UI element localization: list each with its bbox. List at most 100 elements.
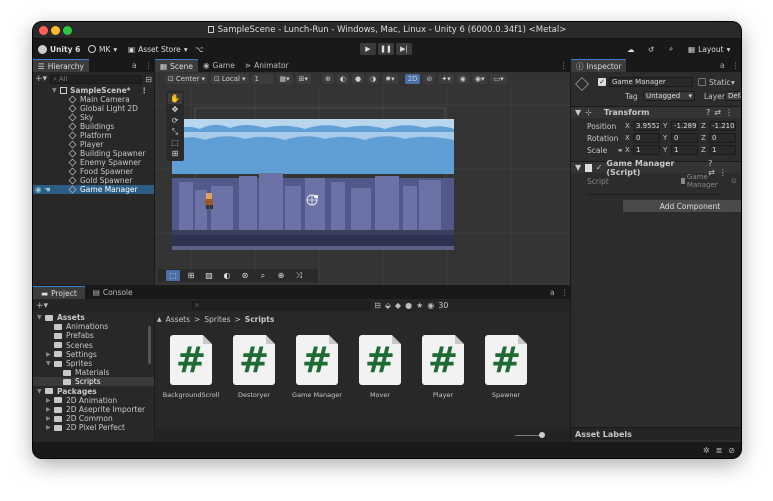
kebab-menu-icon[interactable]: ⋮ [560, 61, 568, 70]
transform-tool[interactable]: ⊞ [168, 148, 182, 159]
project-folder-item[interactable]: Scripts [33, 377, 154, 387]
pause-button[interactable]: ❚❚ [378, 43, 394, 55]
add-component-button[interactable]: Add Component [623, 200, 741, 212]
hierarchy-item[interactable]: Food Spawner [33, 167, 154, 176]
visibility-toggle[interactable]: ◉ [456, 74, 469, 84]
kebab-menu-icon[interactable]: ⋮ [141, 86, 149, 95]
expand-arrow-icon[interactable]: ▶ [46, 351, 54, 358]
position-y-field[interactable]: -1.2896 [671, 121, 698, 131]
layer-dropdown[interactable]: Default [725, 91, 741, 101]
step-button[interactable]: ▶| [396, 43, 412, 55]
hierarchy-item[interactable]: Buildings [33, 122, 154, 131]
object-name-field[interactable]: Game Manager [609, 77, 693, 87]
position-x-field[interactable]: 3.9552 [633, 121, 660, 131]
snap-toggle[interactable]: ⊞▾ [295, 74, 312, 84]
project-folder-item[interactable]: Scenes [33, 341, 154, 350]
check-circle-icon[interactable]: ⊘ [728, 446, 735, 455]
hierarchy-item[interactable]: Global Light 2D [33, 104, 154, 113]
project-search-input[interactable]: ⌕ [192, 301, 371, 310]
tab-scene[interactable]: ▦ Scene [155, 59, 198, 72]
project-folder-item[interactable]: Materials [33, 368, 154, 377]
tab-game[interactable]: ◉ Game [198, 59, 240, 72]
asset-item[interactable]: # Destoryer [224, 335, 284, 399]
rect-tool[interactable]: ⬚ [168, 137, 182, 148]
move-tile-tool[interactable]: ⊞ [184, 270, 198, 281]
box-fill-tool[interactable]: ◐ [220, 270, 234, 281]
rotate-tile-tool[interactable]: ⤨ [292, 270, 306, 281]
link-icon[interactable]: ⚭ [617, 146, 623, 155]
project-folder-item[interactable]: ▶ 2D Animation [33, 396, 154, 405]
hierarchy-search-input[interactable]: ⌕ All [50, 74, 143, 84]
rotation-z-field[interactable]: 0 [709, 133, 736, 143]
expand-arrow-icon[interactable]: ▶ [46, 415, 54, 422]
search-by-label-icon[interactable]: ⬙ [385, 301, 391, 310]
project-folder-item[interactable]: ▼ Packages [33, 387, 154, 396]
eraser-tool[interactable]: ⌕ [256, 270, 270, 281]
visibility-eye-icon[interactable]: ◉ [35, 185, 42, 194]
tag-dropdown[interactable]: Untagged ▾ [643, 91, 695, 101]
2d-mode-toggle[interactable]: 2D [404, 74, 421, 84]
audio-toggle[interactable]: ⊘ [423, 74, 436, 84]
hierarchy-item[interactable]: Platform [33, 131, 154, 140]
tag-icon[interactable]: ◆ [395, 301, 401, 310]
hand-tool[interactable]: ✋ [168, 93, 182, 104]
asset-labels-bar[interactable]: Asset Labels [571, 427, 741, 440]
asset-store-dropdown[interactable]: ▣ Asset Store ▾ [128, 43, 188, 55]
breadcrumb-expand-icon[interactable]: ▲ [157, 316, 162, 323]
search-button[interactable]: ⌕ [669, 43, 673, 55]
tree-scrollbar[interactable] [148, 326, 151, 364]
draw-mode-button[interactable]: ⊕ [322, 74, 334, 84]
pivot-dropdown[interactable]: ⊡ Center ▾ [165, 74, 208, 84]
script-object-field[interactable]: Game Manager ⊙ [681, 173, 737, 189]
fill-tool[interactable]: ⊕ [274, 270, 288, 281]
undo-history-button[interactable]: ↺ [648, 43, 654, 55]
brush-tool[interactable]: ▨ [202, 270, 216, 281]
rotate-tool[interactable]: ⟳ [168, 115, 182, 126]
hidden-count-icon[interactable]: ◉ [427, 301, 434, 310]
transform-header[interactable]: ▼ ⊹ Transform ?⇄⋮ [571, 106, 741, 118]
asset-item[interactable]: # Spawner [476, 335, 536, 399]
bug-icon[interactable]: ✲ [703, 446, 710, 455]
rotation-x-field[interactable]: 0 [633, 133, 660, 143]
lock-icon[interactable]: a [132, 61, 137, 70]
shading-button[interactable]: ◐ [336, 74, 350, 84]
create-asset-button[interactable]: +▾ [36, 301, 48, 311]
project-folder-item[interactable]: ▼ Sprites [33, 359, 154, 368]
scene-root[interactable]: ▼ SampleScene* ⋮ [33, 86, 154, 95]
gizmo-settings-button[interactable]: ✹▾ [382, 74, 398, 84]
camera-settings-button[interactable]: ▭▾ [490, 74, 507, 84]
search-by-type-icon[interactable]: ⊟ [374, 301, 381, 310]
grid-snap-field[interactable]: 1 [251, 74, 274, 84]
kebab-menu-icon[interactable]: ⋮ [145, 61, 153, 70]
lighting-button[interactable]: ● [352, 74, 365, 84]
version-control-button[interactable]: ⌥ [195, 43, 204, 55]
tab-console[interactable]: ▤ Console [85, 286, 141, 299]
expand-arrow-icon[interactable]: ▶ [46, 424, 54, 431]
component-enabled-checkbox[interactable]: ✓ [596, 163, 603, 172]
scale-z-field[interactable]: 1 [709, 145, 736, 155]
add-object-button[interactable]: +▾ [35, 74, 47, 84]
expand-arrow-icon[interactable]: ▼ [37, 314, 45, 321]
expand-arrow-icon[interactable]: ▼ [37, 388, 45, 395]
expand-arrow-icon[interactable]: ▶ [46, 406, 54, 413]
component-menu-icons[interactable]: ?⇄⋮ [706, 108, 737, 117]
filter-icon[interactable]: ⊟ [145, 75, 152, 84]
hierarchy-item[interactable]: Gold Spawner [33, 176, 154, 185]
icon-size-slider-handle[interactable] [539, 432, 545, 438]
move-tool[interactable]: ✥ [168, 104, 182, 115]
breadcrumb-item[interactable]: Scripts [245, 315, 275, 324]
gizmos-dropdown[interactable]: ◉▾ [471, 74, 488, 84]
picker-tool[interactable]: ⊛ [238, 270, 252, 281]
select-tile-tool[interactable]: ⬚ [166, 270, 180, 281]
breadcrumb-item[interactable]: Assets [166, 315, 190, 324]
unity-account-button[interactable]: Unity 6 [38, 43, 80, 55]
scale-tool[interactable]: ⤡ [168, 126, 182, 137]
account-dropdown[interactable]: MK ▾ [88, 43, 117, 55]
kebab-menu-icon[interactable]: ⋮ [732, 61, 740, 70]
active-checkbox[interactable]: ✓ [598, 78, 606, 86]
project-folder-item[interactable]: ▶ 2D Common [33, 414, 154, 423]
scale-x-field[interactable]: 1 [633, 145, 660, 155]
breadcrumb-item[interactable]: Sprites [204, 315, 230, 324]
grid-toggle[interactable]: ▦▾ [276, 74, 293, 84]
hierarchy-item[interactable]: ◉ ☚ Game Manager [33, 185, 154, 194]
